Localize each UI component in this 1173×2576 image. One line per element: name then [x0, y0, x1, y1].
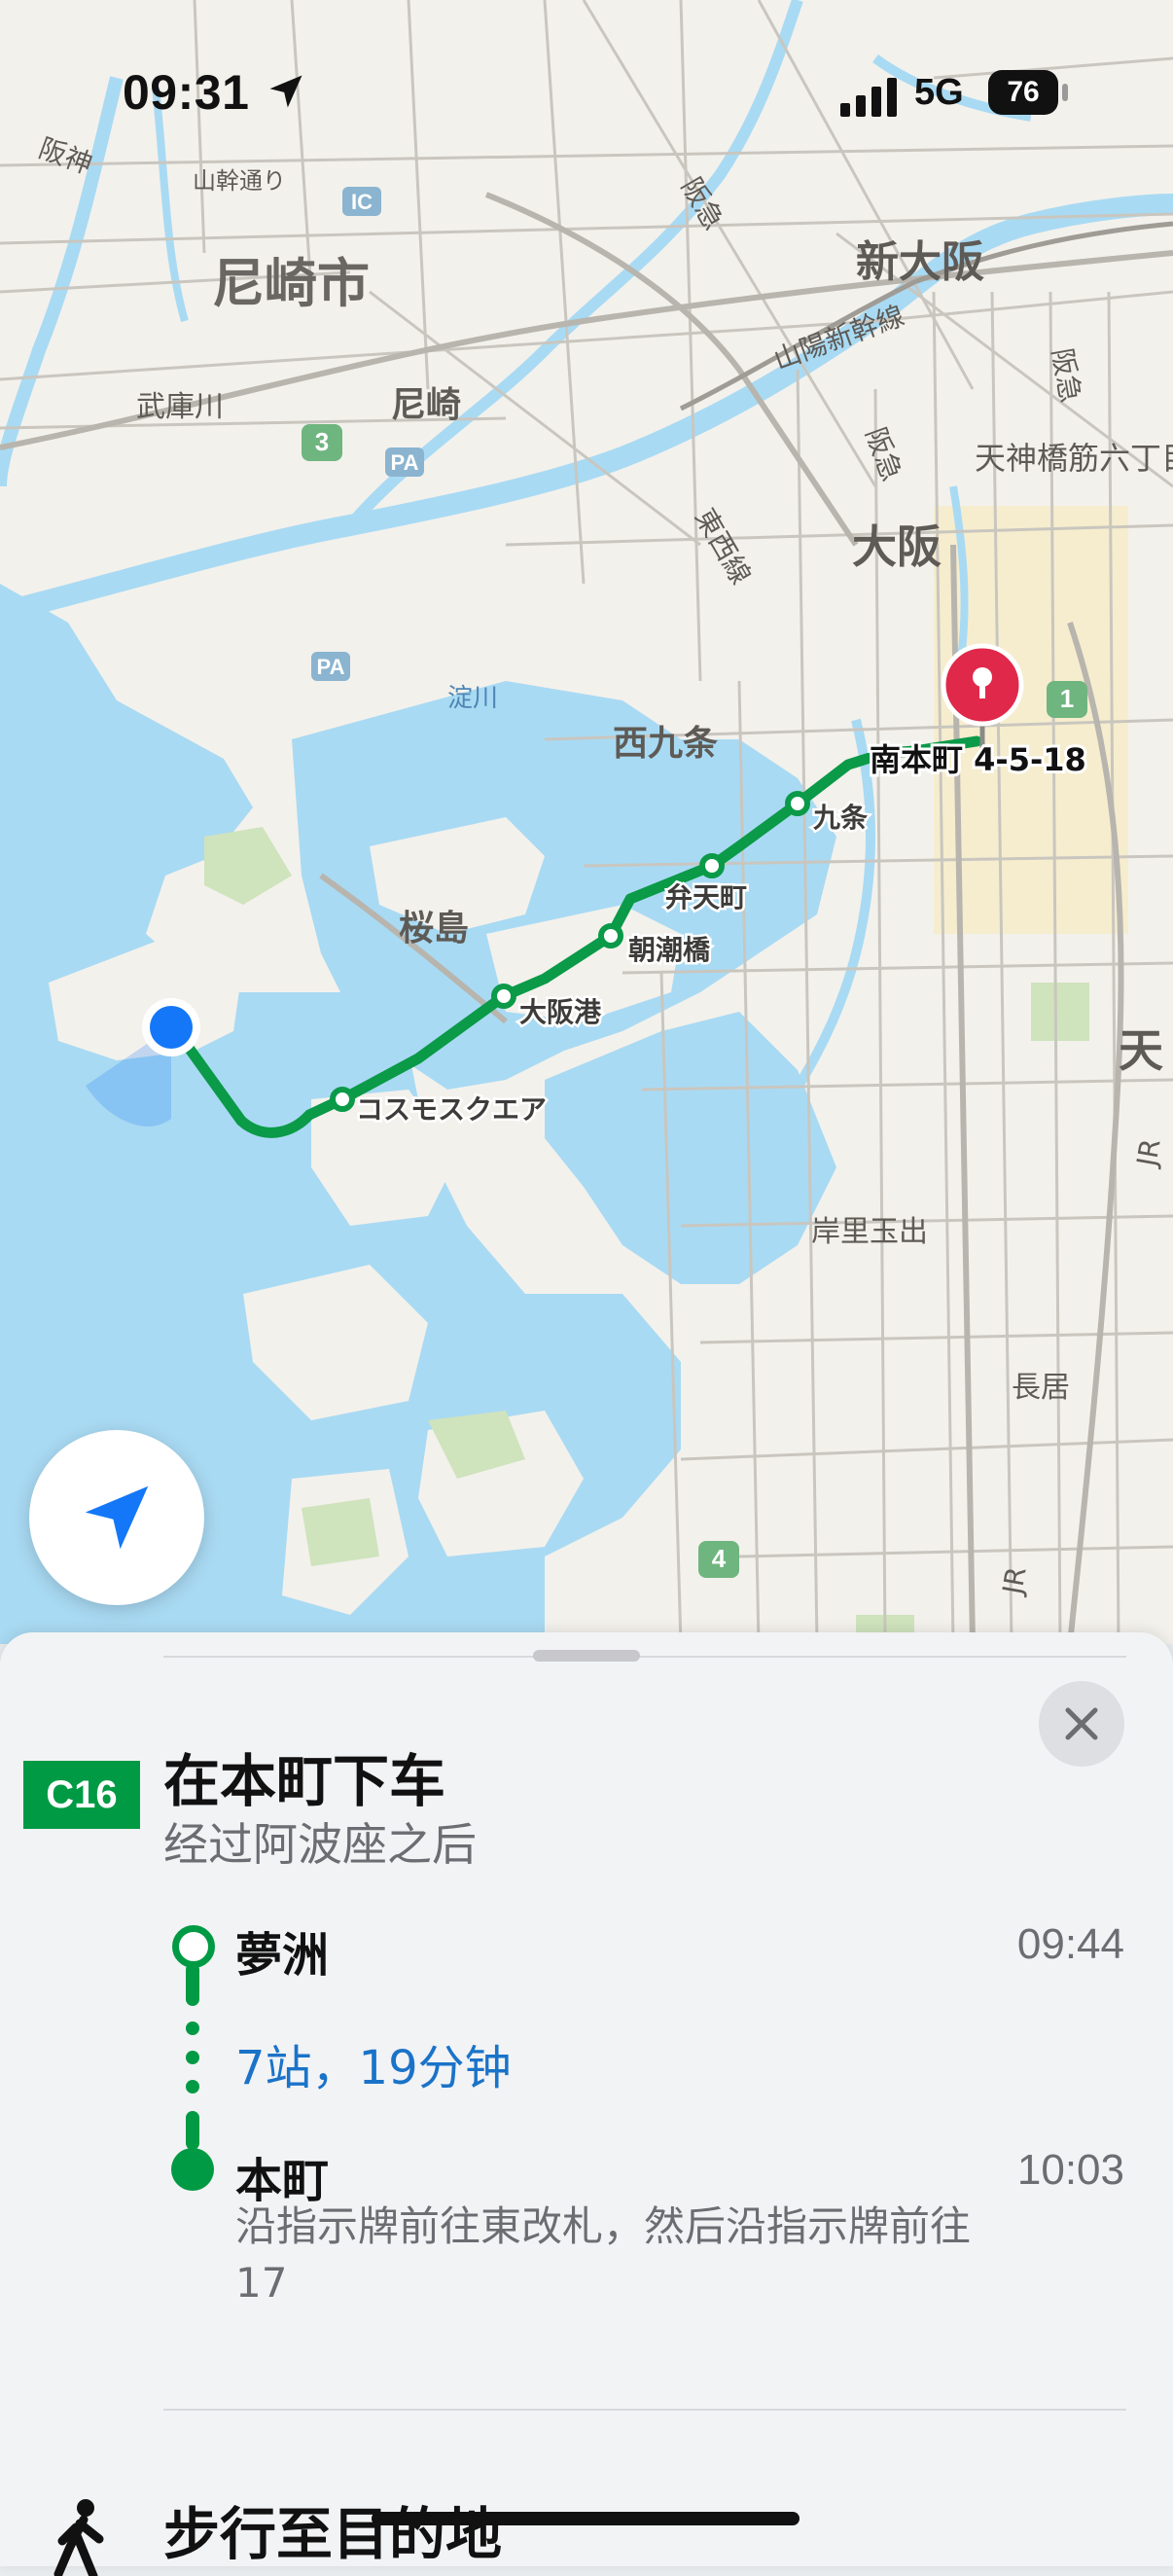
- step-title: 在本町下车: [163, 1748, 446, 1814]
- station-label-bentencho: 弁天町: [665, 881, 747, 913]
- station-dot-asashiobashi[interactable]: [598, 923, 623, 948]
- cellular-signal-icon: [840, 78, 897, 117]
- map-shield-pa2: PA: [317, 655, 345, 679]
- home-indicator[interactable]: [372, 2512, 800, 2525]
- station-label-osakako: 大阪港: [519, 996, 602, 1028]
- sheet-top-divider: [163, 1656, 1126, 1658]
- battery-level: 76: [988, 70, 1058, 115]
- sheet-grabber[interactable]: [533, 1650, 640, 1662]
- network-type: 5G: [914, 72, 964, 113]
- map-label-nishikujo: 西九条: [613, 724, 718, 764]
- map-label-tenjinbashi: 天神橋筋六丁目: [975, 440, 1173, 477]
- station-label-asashiobashi: 朝潮橋: [628, 934, 711, 966]
- station-dot-kujo[interactable]: [785, 791, 810, 816]
- directions-sheet[interactable]: C16 在本町下车 经过阿波座之后 夢洲 09:44 7站，19分钟 本町 10…: [0, 1632, 1173, 2576]
- route-dot: [186, 2051, 199, 2064]
- map-view[interactable]: 尼崎市 尼崎 武庫川 山幹通り 阪神 新大阪 山陽新幹線 阪急 阪急 阪急 天神…: [0, 0, 1173, 1644]
- status-time: 09:31: [123, 65, 250, 120]
- map-label-amagasaki-city: 尼崎市: [212, 253, 370, 314]
- station-label-cosmosquare: コスモスクエア: [356, 1093, 547, 1126]
- battery-icon: 76: [988, 70, 1070, 115]
- map-label-mukogawa: 武庫川: [136, 390, 224, 424]
- map-label-nagai: 長居: [1012, 1371, 1070, 1405]
- locate-me-button[interactable]: [29, 1430, 204, 1605]
- map-label-yodogawa: 淀川: [447, 684, 498, 713]
- navigation-arrow-icon: [85, 1485, 149, 1550]
- station-label-kujo: 九条: [813, 802, 868, 834]
- walking-icon: [53, 2499, 104, 2576]
- map-label-sakurajima: 桜島: [399, 909, 469, 948]
- map-label-ten: 天: [1119, 1024, 1163, 1077]
- station-dot-cosmosquare[interactable]: [330, 1087, 355, 1112]
- map-label-amagasaki: 尼崎: [391, 385, 461, 425]
- map-label-osaka: 大阪: [852, 520, 942, 573]
- start-stop-time: 09:44: [1016, 1920, 1124, 1968]
- location-arrow-icon: [269, 75, 302, 108]
- close-button[interactable]: [1039, 1681, 1124, 1767]
- route-dot: [186, 2080, 199, 2093]
- map-shield-pa1: PA: [391, 450, 419, 475]
- station-dot-bentencho[interactable]: [699, 853, 725, 878]
- map-shield-3: 3: [315, 427, 329, 456]
- close-icon: [1065, 1707, 1098, 1740]
- step-subtitle: 经过阿波座之后: [163, 1818, 477, 1871]
- line-badge: C16: [23, 1761, 140, 1829]
- next-step-title[interactable]: 步行至目的地: [163, 2488, 502, 2570]
- transfer-instruction: 沿指示牌前往東改札，然后沿指示牌前往17: [235, 2202, 972, 2307]
- station-dot-osakako[interactable]: [491, 984, 516, 1009]
- status-bar: 09:31 5G 76: [0, 0, 1173, 195]
- map-shield-4: 4: [712, 1544, 727, 1573]
- ride-summary[interactable]: 7站，19分钟: [235, 2029, 512, 2097]
- route-line-segment: [186, 1963, 199, 2006]
- step-divider: [163, 2409, 1126, 2411]
- start-stop-name: 夢洲: [235, 1928, 330, 1983]
- map-label-shin-osaka: 新大阪: [856, 237, 984, 287]
- map-label-kishiritamade: 岸里玉出: [811, 1215, 928, 1249]
- map-shield-1: 1: [1060, 684, 1074, 713]
- end-stop-marker: [171, 2148, 214, 2191]
- route-dot: [186, 2021, 199, 2035]
- end-stop-time: 10:03: [1016, 2146, 1124, 2194]
- destination-label: 南本町 4-5-18: [870, 741, 1086, 778]
- start-stop-marker: [172, 1925, 215, 1968]
- route-line-segment: [186, 2111, 199, 2150]
